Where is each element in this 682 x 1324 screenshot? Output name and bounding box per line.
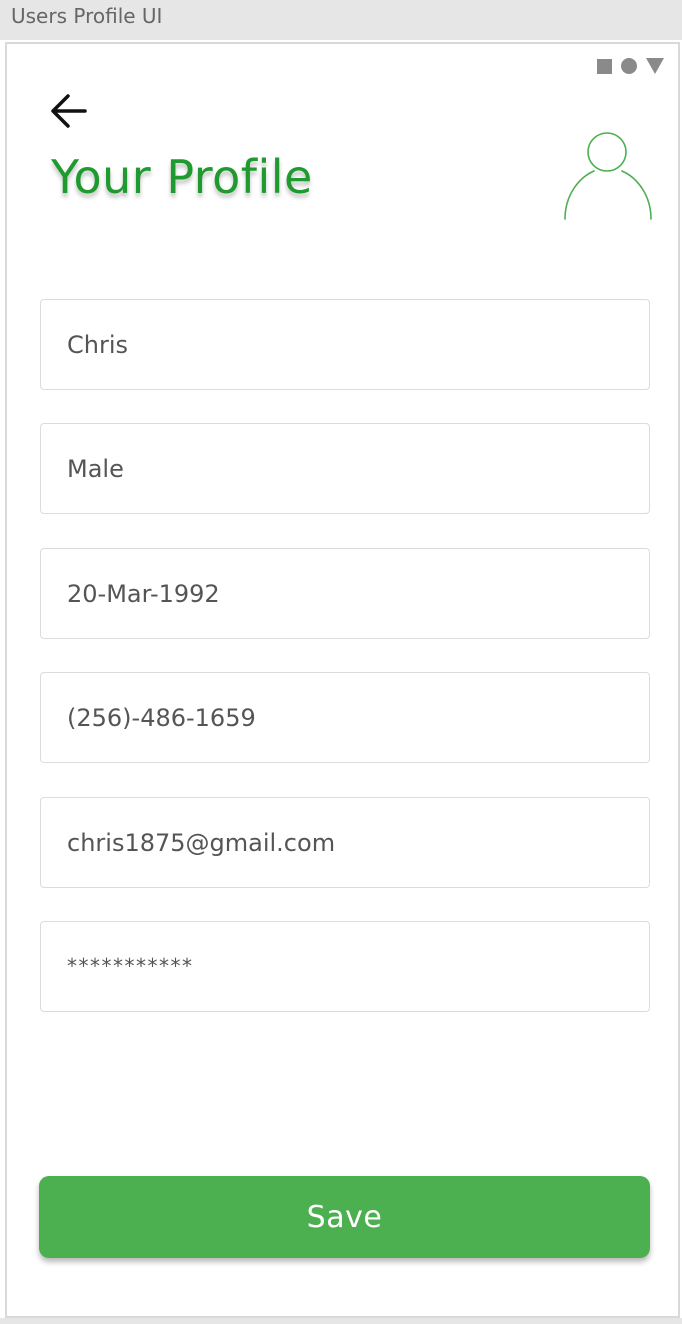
phone-screen: Your Profile Chris Male 20-Mar-1992 (256… [5,42,680,1318]
name-field[interactable]: Chris [40,299,650,390]
arrow-left-icon [51,94,87,128]
window-title: Users Profile UI [11,4,163,28]
square-icon [597,58,612,74]
birth-date-field[interactable]: 20-Mar-1992 [40,548,650,639]
phone-field[interactable]: (256)-486-1659 [40,672,650,763]
gender-field[interactable]: Male [40,423,650,514]
triangle-icon [646,58,664,74]
back-button[interactable] [47,88,89,130]
circle-icon [621,58,637,74]
email-field[interactable]: chris1875@gmail.com [40,797,650,888]
status-bar [597,58,664,74]
avatar[interactable] [562,130,654,220]
save-button[interactable]: Save [39,1176,650,1258]
password-field[interactable]: *********** [40,921,650,1012]
user-outline-icon [564,132,652,220]
window-title-bar: Users Profile UI [0,0,682,40]
window-bottom-edge [0,1318,682,1324]
page-title: Your Profile [51,150,313,204]
